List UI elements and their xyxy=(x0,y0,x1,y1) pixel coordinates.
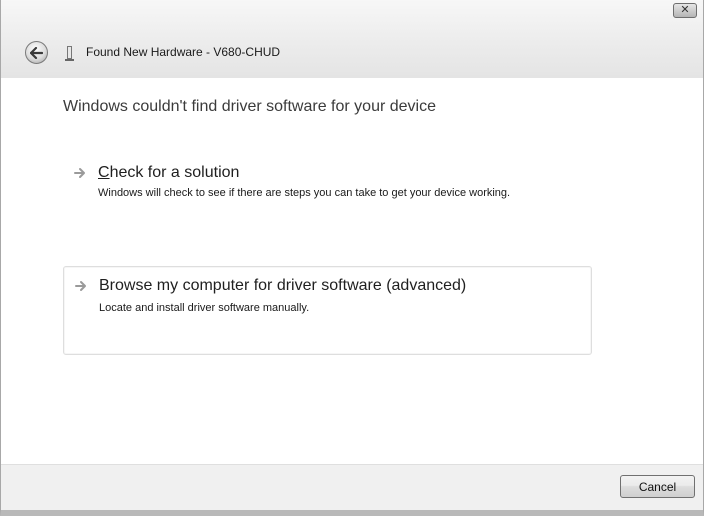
option-description-check: Windows will check to see if there are s… xyxy=(98,187,511,199)
option-title-browse[interactable]: Browse my computer for driver software (… xyxy=(99,277,466,295)
option-title-rest: heck for a solution xyxy=(109,164,240,181)
found-new-hardware-dialog: ✕ Found New Hardware - V680-CHUD Windows… xyxy=(0,0,704,516)
option-check-for-solution[interactable]: Check for a solution Windows will check … xyxy=(63,162,591,232)
back-arrow-icon xyxy=(30,46,43,59)
close-button[interactable]: ✕ xyxy=(673,3,697,18)
arrow-right-icon xyxy=(74,168,85,178)
option-description-browse: Locate and install driver software manua… xyxy=(99,302,310,314)
back-button[interactable] xyxy=(25,41,48,64)
dialog-footer: Cancel xyxy=(1,464,703,510)
hardware-device-icon xyxy=(65,46,74,61)
page-heading: Windows couldn't find driver software fo… xyxy=(63,98,436,115)
accelerator-key: C xyxy=(98,164,110,181)
content-area: Windows couldn't find driver software fo… xyxy=(1,78,703,464)
cancel-button[interactable]: Cancel xyxy=(620,475,695,498)
option-browse-computer[interactable]: Browse my computer for driver software (… xyxy=(63,266,592,355)
close-icon: ✕ xyxy=(680,4,690,16)
arrow-right-icon xyxy=(75,281,86,291)
window-title: Found New Hardware - V680-CHUD xyxy=(86,45,281,59)
title-bar: ✕ Found New Hardware - V680-CHUD xyxy=(1,0,703,78)
option-title-check[interactable]: Check for a solution xyxy=(98,164,239,182)
